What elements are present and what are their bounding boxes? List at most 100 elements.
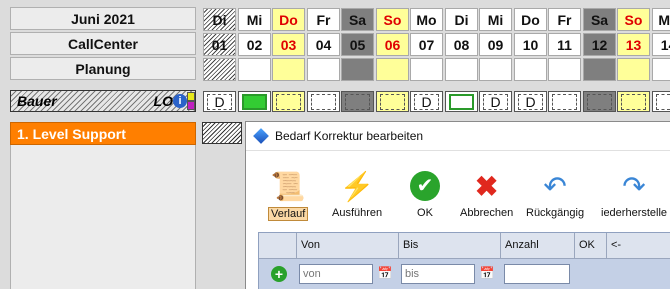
date-cell[interactable]: 03 xyxy=(272,33,305,56)
planning-label: Planung xyxy=(10,57,196,80)
calendar-picker-icon[interactable]: 📅 xyxy=(377,265,393,281)
ok-button[interactable]: ✔ OK xyxy=(408,161,442,233)
table-row[interactable]: + von 📅 bis 📅 xyxy=(259,258,670,289)
plan-cell[interactable] xyxy=(410,58,443,81)
plan-cell[interactable] xyxy=(272,58,305,81)
shift-slot[interactable] xyxy=(617,91,650,112)
shift-slot[interactable] xyxy=(376,91,409,112)
weekday-cell[interactable]: Mo xyxy=(410,8,443,31)
calendar-picker-icon[interactable]: 📅 xyxy=(479,265,495,281)
date-cell[interactable]: 10 xyxy=(514,33,547,56)
date-cell[interactable]: 12 xyxy=(583,33,616,56)
plan-cell[interactable] xyxy=(652,58,670,81)
shift-slot[interactable] xyxy=(307,91,340,112)
ausfuehren-button[interactable]: ⚡ Ausführen xyxy=(330,161,384,233)
weekday-cell[interactable]: Sa xyxy=(583,8,616,31)
yellow-marker-icon xyxy=(187,92,195,101)
shift-slot[interactable]: D xyxy=(514,91,547,112)
weekday-cell[interactable]: Di xyxy=(203,8,236,31)
shift-slot-label: D xyxy=(483,93,508,110)
abbrechen-button[interactable]: ✖ Abbrechen xyxy=(458,161,515,233)
anzahl-input[interactable] xyxy=(504,264,570,284)
plan-cell[interactable] xyxy=(479,58,512,81)
weekday-cell[interactable]: Fr xyxy=(307,8,340,31)
planning-window: Juni 2021 CallCenter Planung Di 01 Mi 02 Do 0… xyxy=(0,0,670,289)
col-back[interactable]: <- xyxy=(607,233,670,258)
dialog-titlebar: Bedarf Korrektur bearbeiten xyxy=(246,122,670,150)
shift-slot[interactable] xyxy=(583,91,616,112)
shift-slot[interactable] xyxy=(652,91,670,112)
callcenter-label: CallCenter xyxy=(10,32,196,55)
team-cell[interactable] xyxy=(202,122,242,144)
weekday-cell[interactable]: Fr xyxy=(548,8,581,31)
date-cell[interactable]: 02 xyxy=(238,33,271,56)
date-cell[interactable]: 11 xyxy=(548,33,581,56)
month-label: Juni 2021 xyxy=(10,7,196,30)
date-cell[interactable]: 07 xyxy=(410,33,443,56)
shift-slot[interactable] xyxy=(238,91,271,112)
date-cell[interactable]: 06 xyxy=(376,33,409,56)
weekday-cell[interactable]: So xyxy=(376,8,409,31)
shift-slot-label xyxy=(311,93,336,110)
plan-cell[interactable] xyxy=(341,58,374,81)
dialog-title: Bedarf Korrektur bearbeiten xyxy=(275,129,424,143)
plan-cell[interactable] xyxy=(617,58,650,81)
col-ok[interactable]: OK xyxy=(575,233,607,258)
dialog-toolbar: 📜 Verlauf ⚡ Ausführen ✔ OK ✖ Abbrechen ↶… xyxy=(246,150,670,240)
plan-cell[interactable] xyxy=(238,58,271,81)
dialog: Bedarf Korrektur bearbeiten 📜 Verlauf ⚡ … xyxy=(245,121,670,289)
shift-slot[interactable]: D xyxy=(410,91,443,112)
wiederherstellen-button[interactable]: ↷ iederherstelle xyxy=(599,161,669,233)
date-cell[interactable]: 13 xyxy=(617,33,650,56)
weekday-cell[interactable]: Do xyxy=(514,8,547,31)
row-header-col xyxy=(259,233,297,258)
weekday-cell[interactable]: Do xyxy=(272,8,305,31)
col-anzahl[interactable]: Anzahl xyxy=(501,233,575,258)
weekday-cell[interactable]: Mo xyxy=(652,8,670,31)
shift-slot[interactable] xyxy=(548,91,581,112)
col-bis[interactable]: Bis xyxy=(399,233,501,258)
employee-row[interactable]: Bauer LO i xyxy=(10,90,196,112)
plan-cell[interactable] xyxy=(376,58,409,81)
info-icon[interactable]: i xyxy=(173,94,187,108)
weekday-cell[interactable]: Mi xyxy=(479,8,512,31)
weekday-cell[interactable]: Sa xyxy=(341,8,374,31)
employee-tag: LO xyxy=(153,93,173,109)
von-input[interactable]: von xyxy=(299,264,373,284)
shift-slot[interactable]: D xyxy=(203,91,236,112)
date-cell[interactable]: 05 xyxy=(341,33,374,56)
plan-cell[interactable] xyxy=(514,58,547,81)
date-cell[interactable]: 08 xyxy=(445,33,478,56)
bis-input[interactable]: bis xyxy=(401,264,475,284)
plan-cell[interactable] xyxy=(307,58,340,81)
left-panel xyxy=(10,145,196,289)
plan-cell[interactable] xyxy=(445,58,478,81)
weekday-cell[interactable]: Mi xyxy=(238,8,271,31)
shift-slot[interactable] xyxy=(445,91,478,112)
employee-name: Bauer xyxy=(17,93,57,109)
lightning-icon: ⚡ xyxy=(339,170,375,202)
date-cell[interactable]: 04 xyxy=(307,33,340,56)
shift-slot[interactable] xyxy=(272,91,305,112)
shift-slot[interactable]: D xyxy=(479,91,512,112)
date-cell[interactable]: 14 xyxy=(652,33,670,56)
weekday-cell[interactable]: Di xyxy=(445,8,478,31)
shift-slot-label: D xyxy=(414,93,439,110)
date-cell[interactable]: 09 xyxy=(479,33,512,56)
verlauf-button[interactable]: 📜 Verlauf xyxy=(268,161,309,233)
shift-slot-label xyxy=(656,93,670,110)
shift-slot-label xyxy=(621,93,646,110)
team-bar[interactable]: 1. Level Support xyxy=(10,122,196,145)
weekday-cell[interactable]: So xyxy=(617,8,650,31)
shift-slot-label xyxy=(449,93,474,110)
add-icon[interactable]: + xyxy=(271,266,287,282)
shift-slot-label xyxy=(587,93,612,110)
redo-icon: ↷ xyxy=(622,170,646,202)
plan-cell[interactable] xyxy=(203,58,236,81)
plan-cell[interactable] xyxy=(583,58,616,81)
date-cell[interactable]: 01 xyxy=(203,33,236,56)
col-von[interactable]: Von xyxy=(297,233,399,258)
rueckgaengig-button[interactable]: ↶ Rückgängig xyxy=(524,161,586,233)
plan-cell[interactable] xyxy=(548,58,581,81)
shift-slot[interactable] xyxy=(341,91,374,112)
